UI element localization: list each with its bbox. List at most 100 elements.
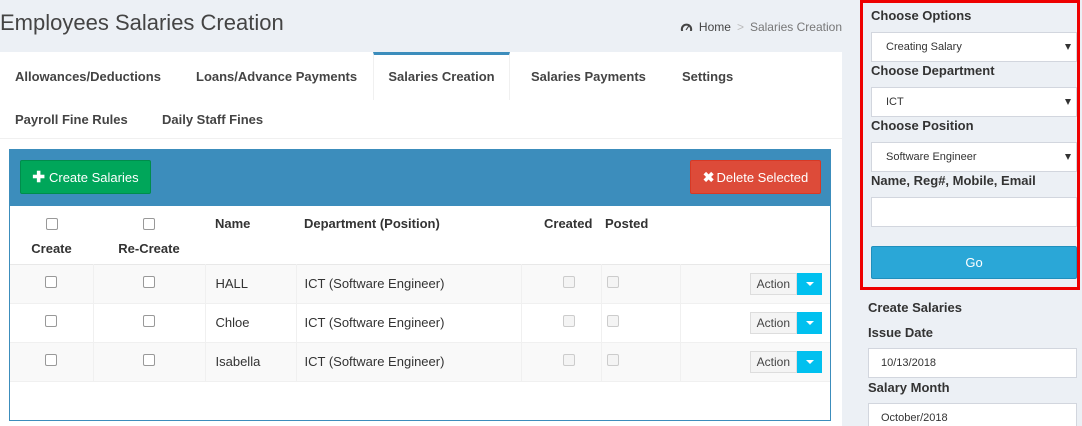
- employee-department: ICT (Software Engineer): [296, 303, 522, 342]
- salary-month-input[interactable]: October/2018: [868, 403, 1077, 426]
- tab-loans-advance-payments[interactable]: Loans/Advance Payments: [196, 69, 357, 84]
- salary-month-label: Salary Month: [868, 380, 950, 395]
- caret-down-icon: [805, 281, 814, 286]
- choose-options-select[interactable]: Creating Salary: [871, 32, 1077, 62]
- issue-date-label: Issue Date: [868, 325, 934, 340]
- table-row: HALL ICT (Software Engineer) Action: [10, 264, 830, 303]
- caret-down-icon: [805, 359, 814, 364]
- created-checkbox: [562, 276, 575, 288]
- plus-icon: ✚: [32, 169, 45, 186]
- create-salaries-button[interactable]: ✚ Create Salaries: [20, 160, 151, 194]
- breadcrumb: Home > Salaries Creation: [680, 20, 842, 35]
- filter-box: Choose Options Creating Salary Choose De…: [860, 0, 1080, 290]
- caret-down-icon: [1065, 99, 1071, 105]
- action-button[interactable]: Action: [749, 350, 797, 373]
- recreate-checkbox[interactable]: [143, 276, 155, 288]
- action-caret-button[interactable]: [797, 311, 822, 334]
- select-all-recreate-checkbox[interactable]: [143, 218, 155, 230]
- caret-down-icon: [1065, 44, 1071, 50]
- posted-checkbox: [606, 354, 619, 366]
- caret-down-icon: [805, 320, 814, 325]
- choose-department-select[interactable]: ICT: [871, 87, 1077, 117]
- breadcrumb-current: Salaries Creation: [749, 20, 842, 34]
- delete-selected-button[interactable]: ✖ Delete Selected: [690, 160, 821, 194]
- search-input[interactable]: [871, 197, 1077, 227]
- create-cell: [10, 342, 94, 381]
- salaries-box: ✚ Create Salaries ✖ Delete Selected Crea…: [9, 149, 831, 421]
- tab-payroll-fine-rules[interactable]: Payroll Fine Rules: [15, 112, 128, 127]
- action-cell: Action: [680, 264, 830, 303]
- sidebar: Choose Options Creating Salary Choose De…: [860, 0, 1082, 426]
- caret-down-icon: [1065, 154, 1071, 160]
- employee-name: HALL: [205, 264, 297, 303]
- action-button[interactable]: Action: [749, 311, 797, 334]
- create-cell: [10, 303, 94, 342]
- create-salaries-title: Create Salaries: [868, 300, 962, 315]
- posted-cell: [601, 303, 681, 342]
- action-dropdown[interactable]: Action: [749, 272, 822, 295]
- choose-position-select[interactable]: Software Engineer: [871, 142, 1077, 172]
- column-create: Create: [10, 206, 93, 264]
- box-header: ✚ Create Salaries ✖ Delete Selected: [10, 150, 830, 206]
- tab-daily-staff-fines[interactable]: Daily Staff Fines: [162, 112, 263, 127]
- employee-name: Isabella: [205, 342, 297, 381]
- issue-date-input[interactable]: 10/13/2018: [868, 348, 1077, 378]
- created-checkbox: [562, 354, 575, 366]
- choose-position-value: Software Engineer: [886, 151, 977, 163]
- posted-cell: [601, 342, 681, 381]
- go-button[interactable]: Go: [871, 246, 1077, 279]
- created-cell: [521, 303, 602, 342]
- tab-salaries-creation[interactable]: Salaries Creation: [373, 52, 510, 100]
- search-label: Name, Reg#, Mobile, Email: [871, 173, 1036, 188]
- column-department: Department (Position): [304, 216, 440, 231]
- page-title: Employees Salaries Creation: [0, 10, 284, 35]
- times-icon: ✖: [702, 168, 715, 185]
- create-checkbox[interactable]: [45, 276, 58, 288]
- recreate-cell: [93, 264, 206, 303]
- table-header-row: Create Re-Create Name Department (Positi…: [10, 206, 830, 264]
- action-caret-button[interactable]: [797, 272, 822, 295]
- created-cell: [521, 264, 602, 303]
- salaries-table: Create Re-Create Name Department (Positi…: [10, 206, 830, 382]
- tab-settings[interactable]: Settings: [682, 69, 733, 84]
- dashboard-icon: [680, 23, 693, 35]
- create-checkbox[interactable]: [45, 354, 58, 366]
- create-checkbox[interactable]: [45, 315, 58, 327]
- posted-checkbox: [606, 315, 619, 327]
- employee-department: ICT (Software Engineer): [296, 264, 522, 303]
- recreate-checkbox[interactable]: [143, 354, 155, 366]
- action-dropdown[interactable]: Action: [749, 311, 822, 334]
- employee-department: ICT (Software Engineer): [296, 342, 522, 381]
- tab-allowances-deductions[interactable]: Allowances/Deductions: [15, 69, 161, 84]
- breadcrumb-separator: >: [736, 20, 744, 34]
- posted-checkbox: [606, 276, 619, 288]
- breadcrumb-home-link[interactable]: Home: [699, 20, 731, 34]
- action-caret-button[interactable]: [797, 350, 822, 373]
- choose-position-label: Choose Position: [871, 118, 974, 133]
- action-cell: Action: [680, 303, 830, 342]
- choose-options-value: Creating Salary: [886, 41, 962, 53]
- recreate-cell: [93, 342, 206, 381]
- created-checkbox: [562, 315, 575, 327]
- choose-options-label: Choose Options: [871, 8, 972, 23]
- action-button[interactable]: Action: [749, 272, 797, 295]
- column-posted: Posted: [605, 216, 649, 231]
- action-cell: Action: [680, 342, 830, 381]
- posted-cell: [601, 264, 681, 303]
- column-created: Created: [544, 216, 593, 231]
- tab-salaries-payments[interactable]: Salaries Payments: [531, 69, 646, 84]
- recreate-cell: [93, 303, 206, 342]
- action-dropdown[interactable]: Action: [749, 350, 822, 373]
- column-name: Name: [215, 216, 251, 231]
- create-salaries-label: Create Salaries: [48, 169, 139, 185]
- delete-selected-label: Delete Selected: [716, 169, 809, 185]
- recreate-checkbox[interactable]: [143, 315, 155, 327]
- created-cell: [521, 342, 602, 381]
- select-all-create-checkbox[interactable]: [45, 218, 58, 230]
- table-row: Chloe ICT (Software Engineer) Action: [10, 303, 830, 342]
- choose-department-value: ICT: [886, 96, 904, 108]
- choose-department-label: Choose Department: [871, 63, 995, 78]
- table-row: Isabella ICT (Software Engineer) Action: [10, 342, 830, 381]
- column-recreate: Re-Create: [93, 206, 205, 264]
- column-action: [680, 206, 830, 264]
